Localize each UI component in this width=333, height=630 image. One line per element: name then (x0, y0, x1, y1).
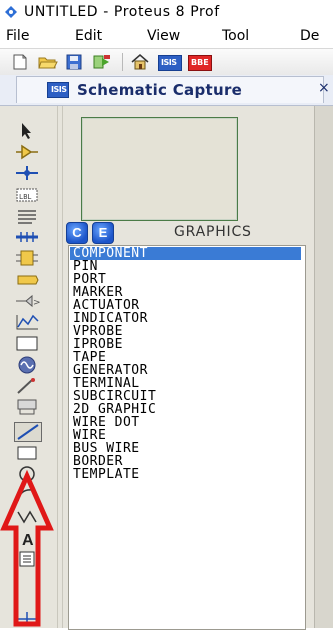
bus-icon[interactable] (14, 228, 40, 246)
menu-bar: File Edit View Tool De (0, 24, 333, 48)
list-item-component[interactable]: COMPONENT (70, 247, 301, 260)
save-icon[interactable] (64, 54, 84, 70)
menu-tool[interactable]: Tool (222, 28, 249, 44)
component-icon[interactable] (14, 143, 40, 161)
menu-design[interactable]: De (300, 28, 319, 44)
toolbar-separator (122, 53, 123, 71)
selector-header: C E GRAPHICS (66, 221, 314, 245)
graphics-label: GRAPHICS (174, 224, 252, 240)
window-title: UNTITLED - Proteus 8 Prof (24, 4, 220, 20)
editing-window-edge (314, 106, 333, 628)
voltage-probe-icon[interactable] (14, 377, 40, 395)
tab-label: Schematic Capture (77, 81, 243, 99)
app-logo-icon (5, 6, 17, 18)
tab-close-icon[interactable]: × (318, 80, 330, 96)
svg-text:>: > (33, 298, 40, 308)
home-icon[interactable] (130, 54, 150, 70)
text-script-icon[interactable] (14, 207, 40, 225)
import-icon[interactable] (92, 54, 112, 70)
open-folder-icon[interactable] (38, 54, 58, 70)
junction-dot-icon[interactable] (14, 164, 40, 182)
main-toolbar: ISIS BBE (0, 48, 333, 76)
schematic-capture-icon[interactable]: ISIS (158, 55, 182, 71)
line-icon[interactable] (14, 422, 42, 442)
terminal-icon[interactable] (14, 271, 40, 289)
new-file-icon[interactable] (10, 54, 30, 70)
box-icon[interactable] (14, 444, 40, 462)
pin-icon[interactable]: > (14, 292, 40, 310)
menu-edit[interactable]: Edit (75, 28, 102, 44)
graph-icon[interactable] (14, 313, 40, 331)
bill-of-materials-icon[interactable]: BBE (188, 55, 212, 71)
svg-text:LBL: LBL (19, 193, 32, 201)
tape-recorder-icon[interactable] (14, 334, 40, 352)
graphics-list: COMPONENT PIN PORT MARKER ACTUATOR INDIC… (68, 245, 306, 630)
pick-devices-button[interactable]: C (66, 222, 88, 244)
bom-icon-text: BBE (191, 58, 209, 67)
list-item-template[interactable]: TEMPLATE (73, 468, 140, 481)
tab-icon-text: ISIS (51, 85, 67, 94)
tab-schematic-capture[interactable]: ISIS Schematic Capture × (16, 76, 330, 103)
schematic-tab-icon: ISIS (47, 82, 69, 98)
generator-icon[interactable] (14, 356, 40, 374)
overview-preview[interactable] (81, 117, 238, 221)
library-manager-button[interactable]: E (92, 222, 114, 244)
subcircuit-icon[interactable] (14, 249, 40, 267)
select-arrow-icon[interactable] (14, 122, 40, 140)
current-probe-icon[interactable] (14, 398, 40, 416)
schematic-icon-text: ISIS (161, 58, 177, 67)
wire-label-icon[interactable]: LBL (14, 186, 40, 204)
red-arrow-annotation (0, 470, 54, 627)
title-bar: UNTITLED - Proteus 8 Prof (0, 0, 333, 24)
menu-view[interactable]: View (147, 28, 180, 44)
menu-file[interactable]: File (6, 28, 29, 44)
